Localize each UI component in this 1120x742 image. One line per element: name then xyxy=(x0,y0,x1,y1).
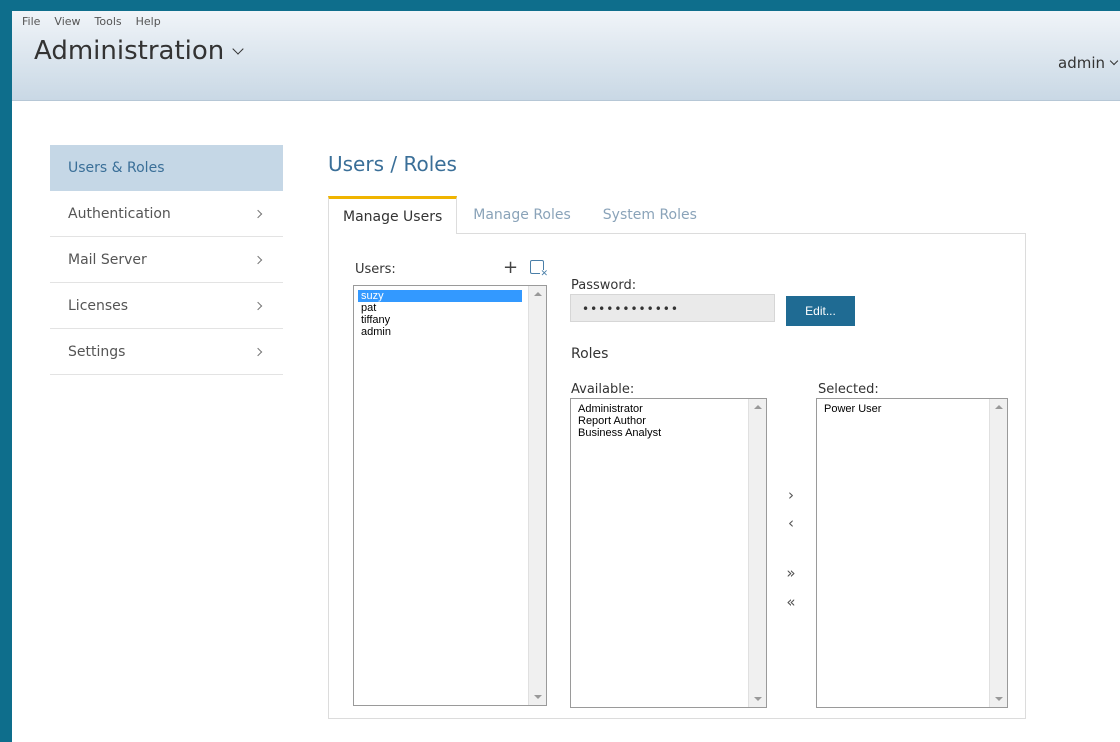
tab-system-roles[interactable]: System Roles xyxy=(587,196,713,234)
scroll-down-icon[interactable] xyxy=(534,695,542,699)
sidebar-item-label: Authentication xyxy=(68,205,171,222)
menu-file[interactable]: File xyxy=(22,15,40,28)
list-item[interactable]: Administrator xyxy=(575,403,664,415)
chevron-down-icon xyxy=(1109,56,1119,65)
sidebar-item-settings[interactable]: Settings xyxy=(50,329,283,375)
sidebar-item-users-roles[interactable]: Users & Roles xyxy=(50,145,283,191)
chevron-right-icon xyxy=(253,301,263,310)
menu-bar: File View Tools Help xyxy=(22,15,175,28)
sidebar-item-authentication[interactable]: Authentication xyxy=(50,191,283,237)
selected-scrollbar[interactable] xyxy=(989,399,1007,707)
list-item[interactable]: Business Analyst xyxy=(575,427,664,439)
sidebar-item-mail-server[interactable]: Mail Server xyxy=(50,237,283,283)
list-item[interactable]: suzy xyxy=(358,290,522,302)
sidebar-item-label: Users & Roles xyxy=(68,159,165,176)
edit-password-button[interactable]: Edit... xyxy=(786,296,855,326)
scroll-up-icon[interactable] xyxy=(995,405,1003,409)
menu-help[interactable]: Help xyxy=(136,15,161,28)
roles-heading: Roles xyxy=(571,346,609,362)
chevron-down-icon xyxy=(232,42,244,55)
list-item[interactable]: tiffany xyxy=(358,314,522,326)
selected-roles-list[interactable]: Power User xyxy=(816,398,1008,708)
scroll-up-icon[interactable] xyxy=(754,405,762,409)
user-menu[interactable]: admin xyxy=(1058,54,1119,72)
add-role-button[interactable]: › xyxy=(785,488,797,503)
menu-tools[interactable]: Tools xyxy=(95,15,122,28)
users-label: Users: xyxy=(355,262,396,277)
menu-view[interactable]: View xyxy=(54,15,80,28)
list-item[interactable]: Power User xyxy=(821,403,884,415)
users-list[interactable]: suzy pat tiffany admin xyxy=(353,285,547,706)
scroll-up-icon[interactable] xyxy=(534,292,542,296)
plus-icon[interactable]: + xyxy=(503,259,518,277)
remove-all-roles-button[interactable]: « xyxy=(785,595,797,610)
chevron-right-icon xyxy=(253,255,263,264)
tab-manage-users[interactable]: Manage Users xyxy=(328,196,458,234)
sidebar-item-licenses[interactable]: Licenses xyxy=(50,283,283,329)
selected-label: Selected: xyxy=(818,382,879,397)
window-frame-left xyxy=(0,0,12,742)
list-item[interactable]: admin xyxy=(358,326,522,338)
window-frame-top xyxy=(0,0,1120,11)
chevron-right-icon xyxy=(253,209,263,218)
page-title: Users / Roles xyxy=(328,152,457,176)
sidebar: Users & Roles Authentication Mail Server… xyxy=(50,145,283,375)
tab-bar: Manage Users Manage Roles System Roles xyxy=(328,196,713,234)
available-label: Available: xyxy=(571,382,635,397)
list-item[interactable]: pat xyxy=(358,302,522,314)
available-roles-list[interactable]: Administrator Report Author Business Ana… xyxy=(570,398,767,708)
sidebar-item-label: Licenses xyxy=(68,297,129,314)
tab-manage-roles[interactable]: Manage Roles xyxy=(457,196,587,234)
available-scrollbar[interactable] xyxy=(748,399,766,707)
list-item[interactable]: Report Author xyxy=(575,415,664,427)
scroll-down-icon[interactable] xyxy=(754,697,762,701)
chevron-right-icon xyxy=(253,347,263,356)
add-all-roles-button[interactable]: » xyxy=(785,566,797,581)
sidebar-item-label: Mail Server xyxy=(68,251,147,268)
scroll-down-icon[interactable] xyxy=(995,697,1003,701)
password-label: Password: xyxy=(571,278,637,293)
app-title: Administration xyxy=(34,36,225,66)
delete-user-icon[interactable]: ✕ xyxy=(530,260,548,279)
user-name: admin xyxy=(1058,54,1105,72)
app-title-dropdown[interactable]: Administration xyxy=(34,36,244,66)
password-field: •••••••••••• xyxy=(570,294,775,322)
users-scrollbar[interactable] xyxy=(528,286,546,705)
sidebar-item-label: Settings xyxy=(68,343,126,360)
remove-role-button[interactable]: ‹ xyxy=(785,516,797,531)
